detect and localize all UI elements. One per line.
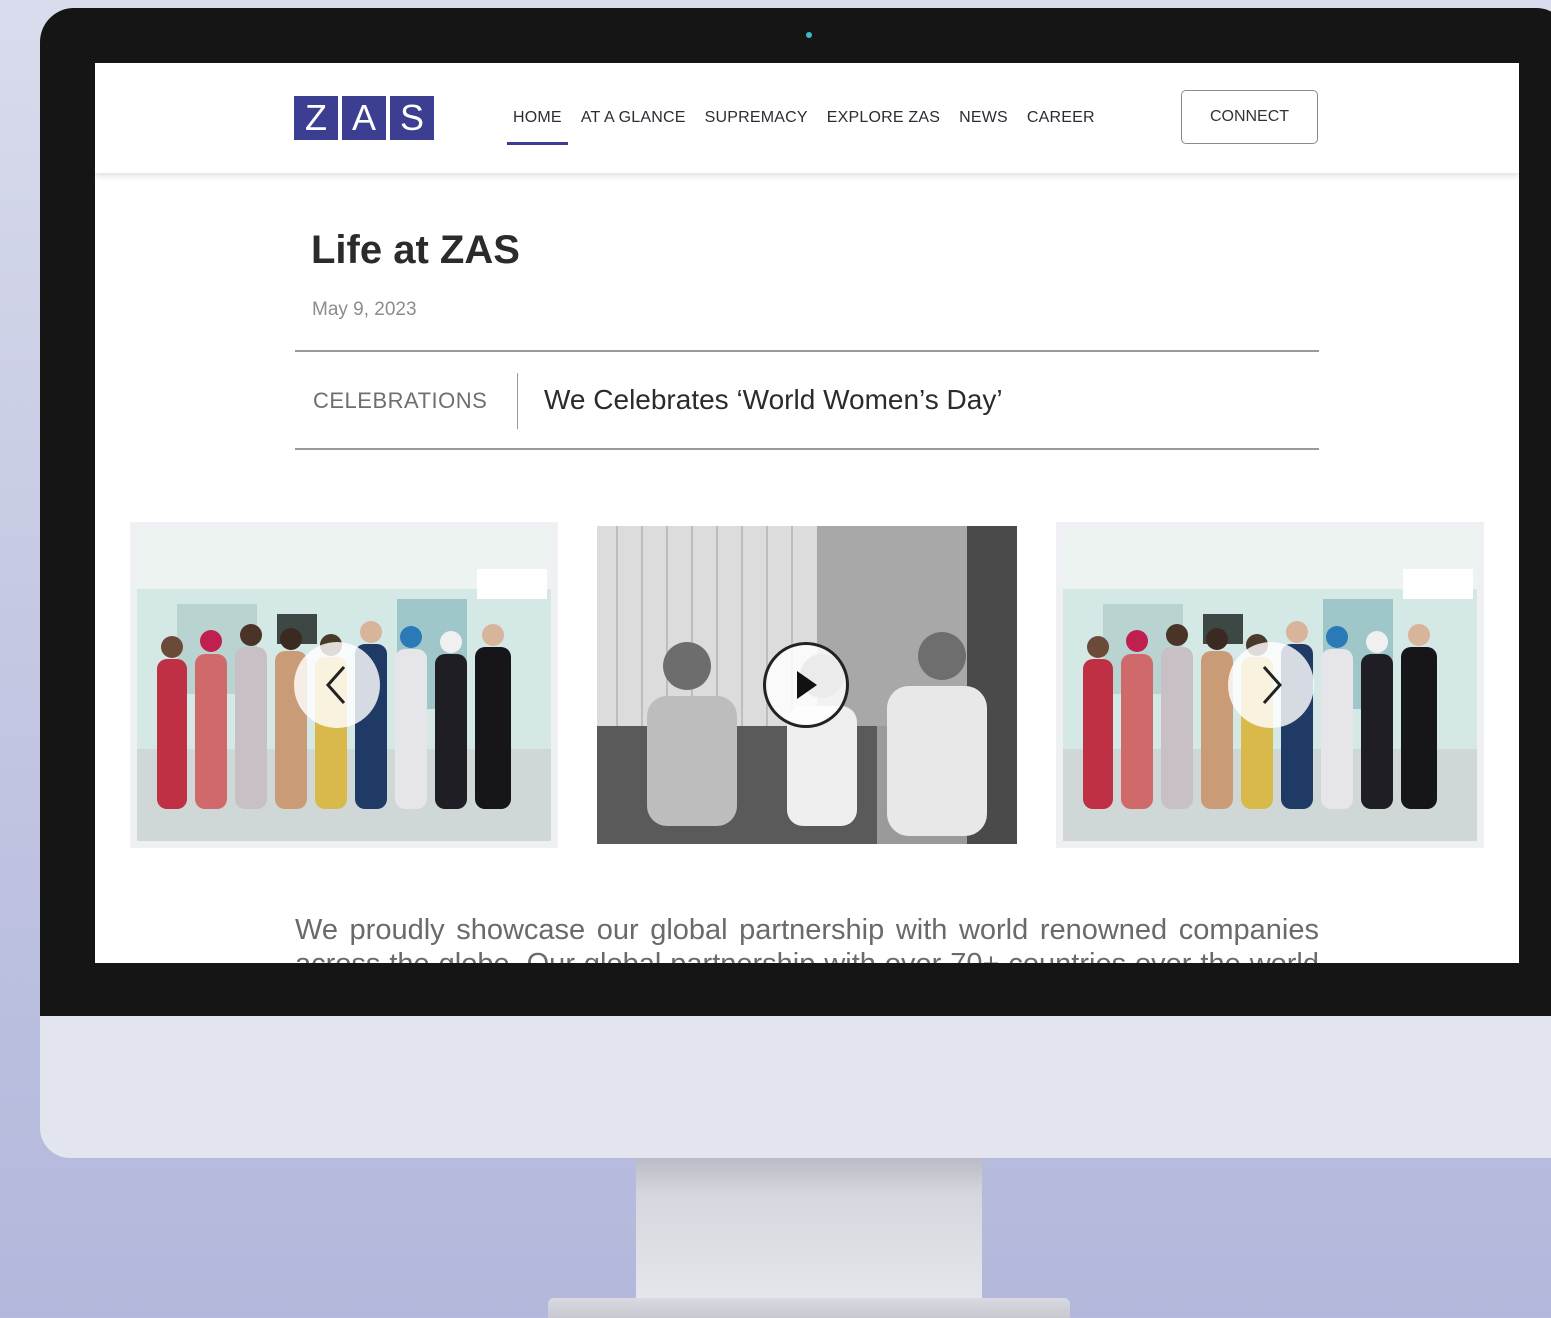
page-title: Life at ZAS: [311, 228, 520, 272]
camera-dot: [806, 32, 812, 38]
monitor-chin: [40, 1016, 1551, 1158]
post-date: May 9, 2023: [312, 299, 417, 320]
chevron-right-icon: [1262, 666, 1283, 704]
play-button[interactable]: [763, 642, 849, 728]
divider-bottom: [295, 448, 1319, 450]
monitor-stand-base: [548, 1298, 1070, 1318]
gallery-prev-button[interactable]: [294, 642, 380, 728]
main-nav: HOME AT A GLANCE SUPREMACY EXPLORE ZAS N…: [507, 109, 1095, 145]
gallery-photo-next[interactable]: [1056, 522, 1484, 848]
article-body: We proudly showcase our global partnersh…: [295, 914, 1319, 963]
nav-item-news[interactable]: NEWS: [959, 109, 1008, 127]
nav-item-career[interactable]: CAREER: [1027, 109, 1095, 127]
chevron-left-icon: [325, 666, 346, 704]
monitor-stand: [636, 1158, 982, 1308]
connect-button[interactable]: CONNECT: [1181, 90, 1318, 144]
category-label[interactable]: CELEBRATIONS: [313, 388, 487, 414]
nav-item-at-a-glance[interactable]: AT A GLANCE: [581, 109, 686, 127]
gallery-video-main[interactable]: [597, 526, 1017, 844]
logo-letter-a: A: [342, 96, 386, 140]
category-divider: [517, 373, 518, 429]
gallery-photo-prev[interactable]: [130, 522, 558, 848]
article-headline: We Celebrates ‘World Women’s Day’: [544, 384, 1003, 415]
nav-item-home[interactable]: HOME: [507, 109, 568, 145]
divider-top: [295, 350, 1319, 352]
nav-item-explore-zas[interactable]: EXPLORE ZAS: [827, 109, 940, 127]
gallery-next-button[interactable]: [1228, 642, 1314, 728]
screen: Z A S HOME AT A GLANCE SUPREMACY EXPLORE…: [95, 63, 1519, 963]
logo[interactable]: Z A S: [294, 96, 434, 140]
site-header: Z A S HOME AT A GLANCE SUPREMACY EXPLORE…: [95, 63, 1519, 173]
play-icon: [797, 671, 817, 699]
logo-letter-z: Z: [294, 96, 338, 140]
logo-letter-s: S: [390, 96, 434, 140]
nav-item-supremacy[interactable]: SUPREMACY: [705, 109, 808, 127]
